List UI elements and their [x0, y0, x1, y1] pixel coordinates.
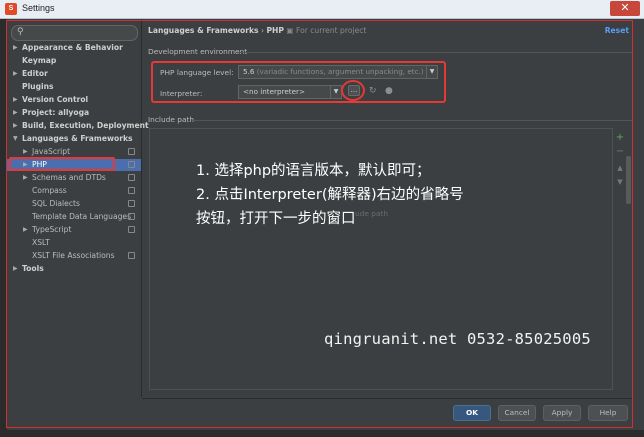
sidebar-item[interactable]: ▶ Version Control	[7, 94, 141, 106]
sidebar-item-label: Version Control	[22, 95, 89, 104]
add-icon[interactable]: +	[614, 132, 626, 144]
sidebar-item[interactable]: ▶ Appearance & Behavior	[7, 42, 141, 54]
reset-link[interactable]: Reset	[605, 26, 629, 35]
settings-sidebar: ⚲ ▶ Appearance & Behavior Keymap ▶ Editor Plu…	[7, 19, 149, 397]
annotation-line-1: 1. 选择php的语言版本，默认即可；	[196, 163, 431, 179]
chevron-right-icon[interactable]: ▶	[13, 107, 18, 119]
sidebar-item-label: Plugins	[22, 82, 54, 91]
annotation-line-2: 2. 点击Interpreter(解释器)右边的省略号	[196, 187, 464, 203]
dev-env-label: Development environment	[148, 47, 248, 56]
project-scope-icon: ▣	[286, 26, 294, 35]
close-icon[interactable]: ✕	[610, 1, 640, 16]
sidebar-item-label: Template Data Languages	[32, 212, 132, 221]
sidebar-item-label: Keymap	[22, 56, 57, 65]
chevron-right-icon[interactable]: ▶	[13, 263, 18, 275]
project-scope-icon	[128, 174, 135, 181]
annotation-line-3: 按钮，打开下一步的窗口	[196, 211, 356, 227]
sidebar-item-label: Languages & Frameworks	[22, 134, 133, 143]
cancel-button[interactable]: Cancel	[498, 405, 536, 421]
sidebar-item[interactable]: ▶ Editor	[7, 68, 141, 80]
window-title: Settings	[22, 3, 55, 13]
sidebar-item-label: XSLT	[32, 238, 50, 247]
section-divider	[193, 120, 632, 121]
php-highlight-box	[9, 157, 115, 171]
sidebar-item[interactable]: ▶ Tools	[7, 263, 141, 275]
ok-button[interactable]: OK	[453, 405, 491, 421]
background-ide-strip	[0, 19, 7, 437]
scrollbar-thumb[interactable]	[626, 156, 631, 204]
sidebar-item[interactable]: Plugins	[7, 81, 141, 93]
sidebar-item-label: Compass	[32, 186, 67, 195]
project-scope-icon	[128, 213, 135, 220]
sidebar-item-label: SQL Dialects	[32, 199, 80, 208]
project-scope-icon	[128, 226, 135, 233]
chevron-right-icon[interactable]: ▶	[23, 172, 28, 184]
sidebar-item-label: Build, Execution, Deployment	[22, 121, 149, 130]
chevron-right-icon[interactable]: ▶	[13, 42, 18, 54]
sidebar-item-label: Schemas and DTDs	[32, 173, 106, 182]
interpreter-highlight-box	[151, 61, 446, 103]
chevron-down-icon[interactable]: ▼	[13, 133, 18, 145]
sidebar-item[interactable]: ▼ Languages & Frameworks	[7, 133, 141, 145]
sidebar-item-label: Appearance & Behavior	[22, 43, 123, 52]
sidebar-item-label: Project: allyoga	[22, 108, 90, 117]
apply-button[interactable]: Apply	[543, 405, 581, 421]
sidebar-item[interactable]: Compass	[7, 185, 141, 197]
sidebar-item[interactable]: SQL Dialects	[7, 198, 141, 210]
arrow-up-icon[interactable]: ▲	[614, 162, 626, 174]
scrollbar[interactable]	[626, 140, 632, 390]
chevron-right-icon[interactable]: ▶	[13, 94, 18, 106]
dialog-footer: OK Cancel Apply Help	[142, 398, 632, 431]
remove-icon[interactable]: −	[614, 146, 626, 158]
breadcrumb-current: PHP	[266, 26, 284, 35]
chevron-right-icon[interactable]: ▶	[23, 224, 28, 236]
sidebar-item[interactable]: Template Data Languages	[7, 211, 141, 223]
arrow-down-icon[interactable]: ▼	[614, 176, 626, 188]
sidebar-item[interactable]: XSLT File Associations	[7, 250, 141, 262]
title-bar: S Settings ✕	[0, 0, 644, 19]
sidebar-item[interactable]: ▶ Build, Execution, Deployment	[7, 120, 149, 132]
tutorial-annotation: 1. 选择php的语言版本，默认即可； 2. 点击Interpreter(解释器…	[196, 159, 464, 231]
chevron-right-icon[interactable]: ▶	[13, 120, 18, 132]
help-button[interactable]: Help	[588, 405, 628, 421]
project-scope-icon	[128, 148, 135, 155]
breadcrumb-separator: ›	[260, 26, 265, 35]
sidebar-item-label: Tools	[22, 264, 44, 273]
breadcrumb-scope: For current project	[295, 26, 367, 35]
sidebar-item[interactable]: XSLT	[7, 237, 141, 249]
include-path-label: Include path	[148, 115, 195, 124]
watermark: qingruanit.net 0532-85025005	[324, 330, 591, 348]
breadcrumb: Languages & Frameworks › PHP ▣ For curre…	[148, 26, 366, 35]
sidebar-item-label: Editor	[22, 69, 48, 78]
sidebar-item[interactable]: ▶ Project: allyoga	[7, 107, 141, 119]
sidebar-item[interactable]: Keymap	[7, 55, 141, 67]
project-scope-icon	[128, 161, 135, 168]
chevron-right-icon[interactable]: ▶	[13, 68, 18, 80]
breadcrumb-parent: Languages & Frameworks	[148, 26, 259, 35]
sidebar-item-label: XSLT File Associations	[32, 251, 115, 260]
sidebar-item[interactable]: ▶ TypeScript	[7, 224, 141, 236]
section-divider	[236, 52, 632, 53]
background-ide-status	[0, 430, 644, 437]
project-scope-icon	[128, 187, 135, 194]
sidebar-item[interactable]: ▶ Schemas and DTDs	[7, 172, 141, 184]
search-input[interactable]: ⚲	[11, 25, 138, 41]
project-scope-icon	[128, 200, 135, 207]
project-scope-icon	[128, 252, 135, 259]
app-icon: S	[5, 3, 17, 15]
sidebar-item-label: TypeScript	[32, 225, 72, 234]
search-icon: ⚲	[17, 27, 24, 37]
